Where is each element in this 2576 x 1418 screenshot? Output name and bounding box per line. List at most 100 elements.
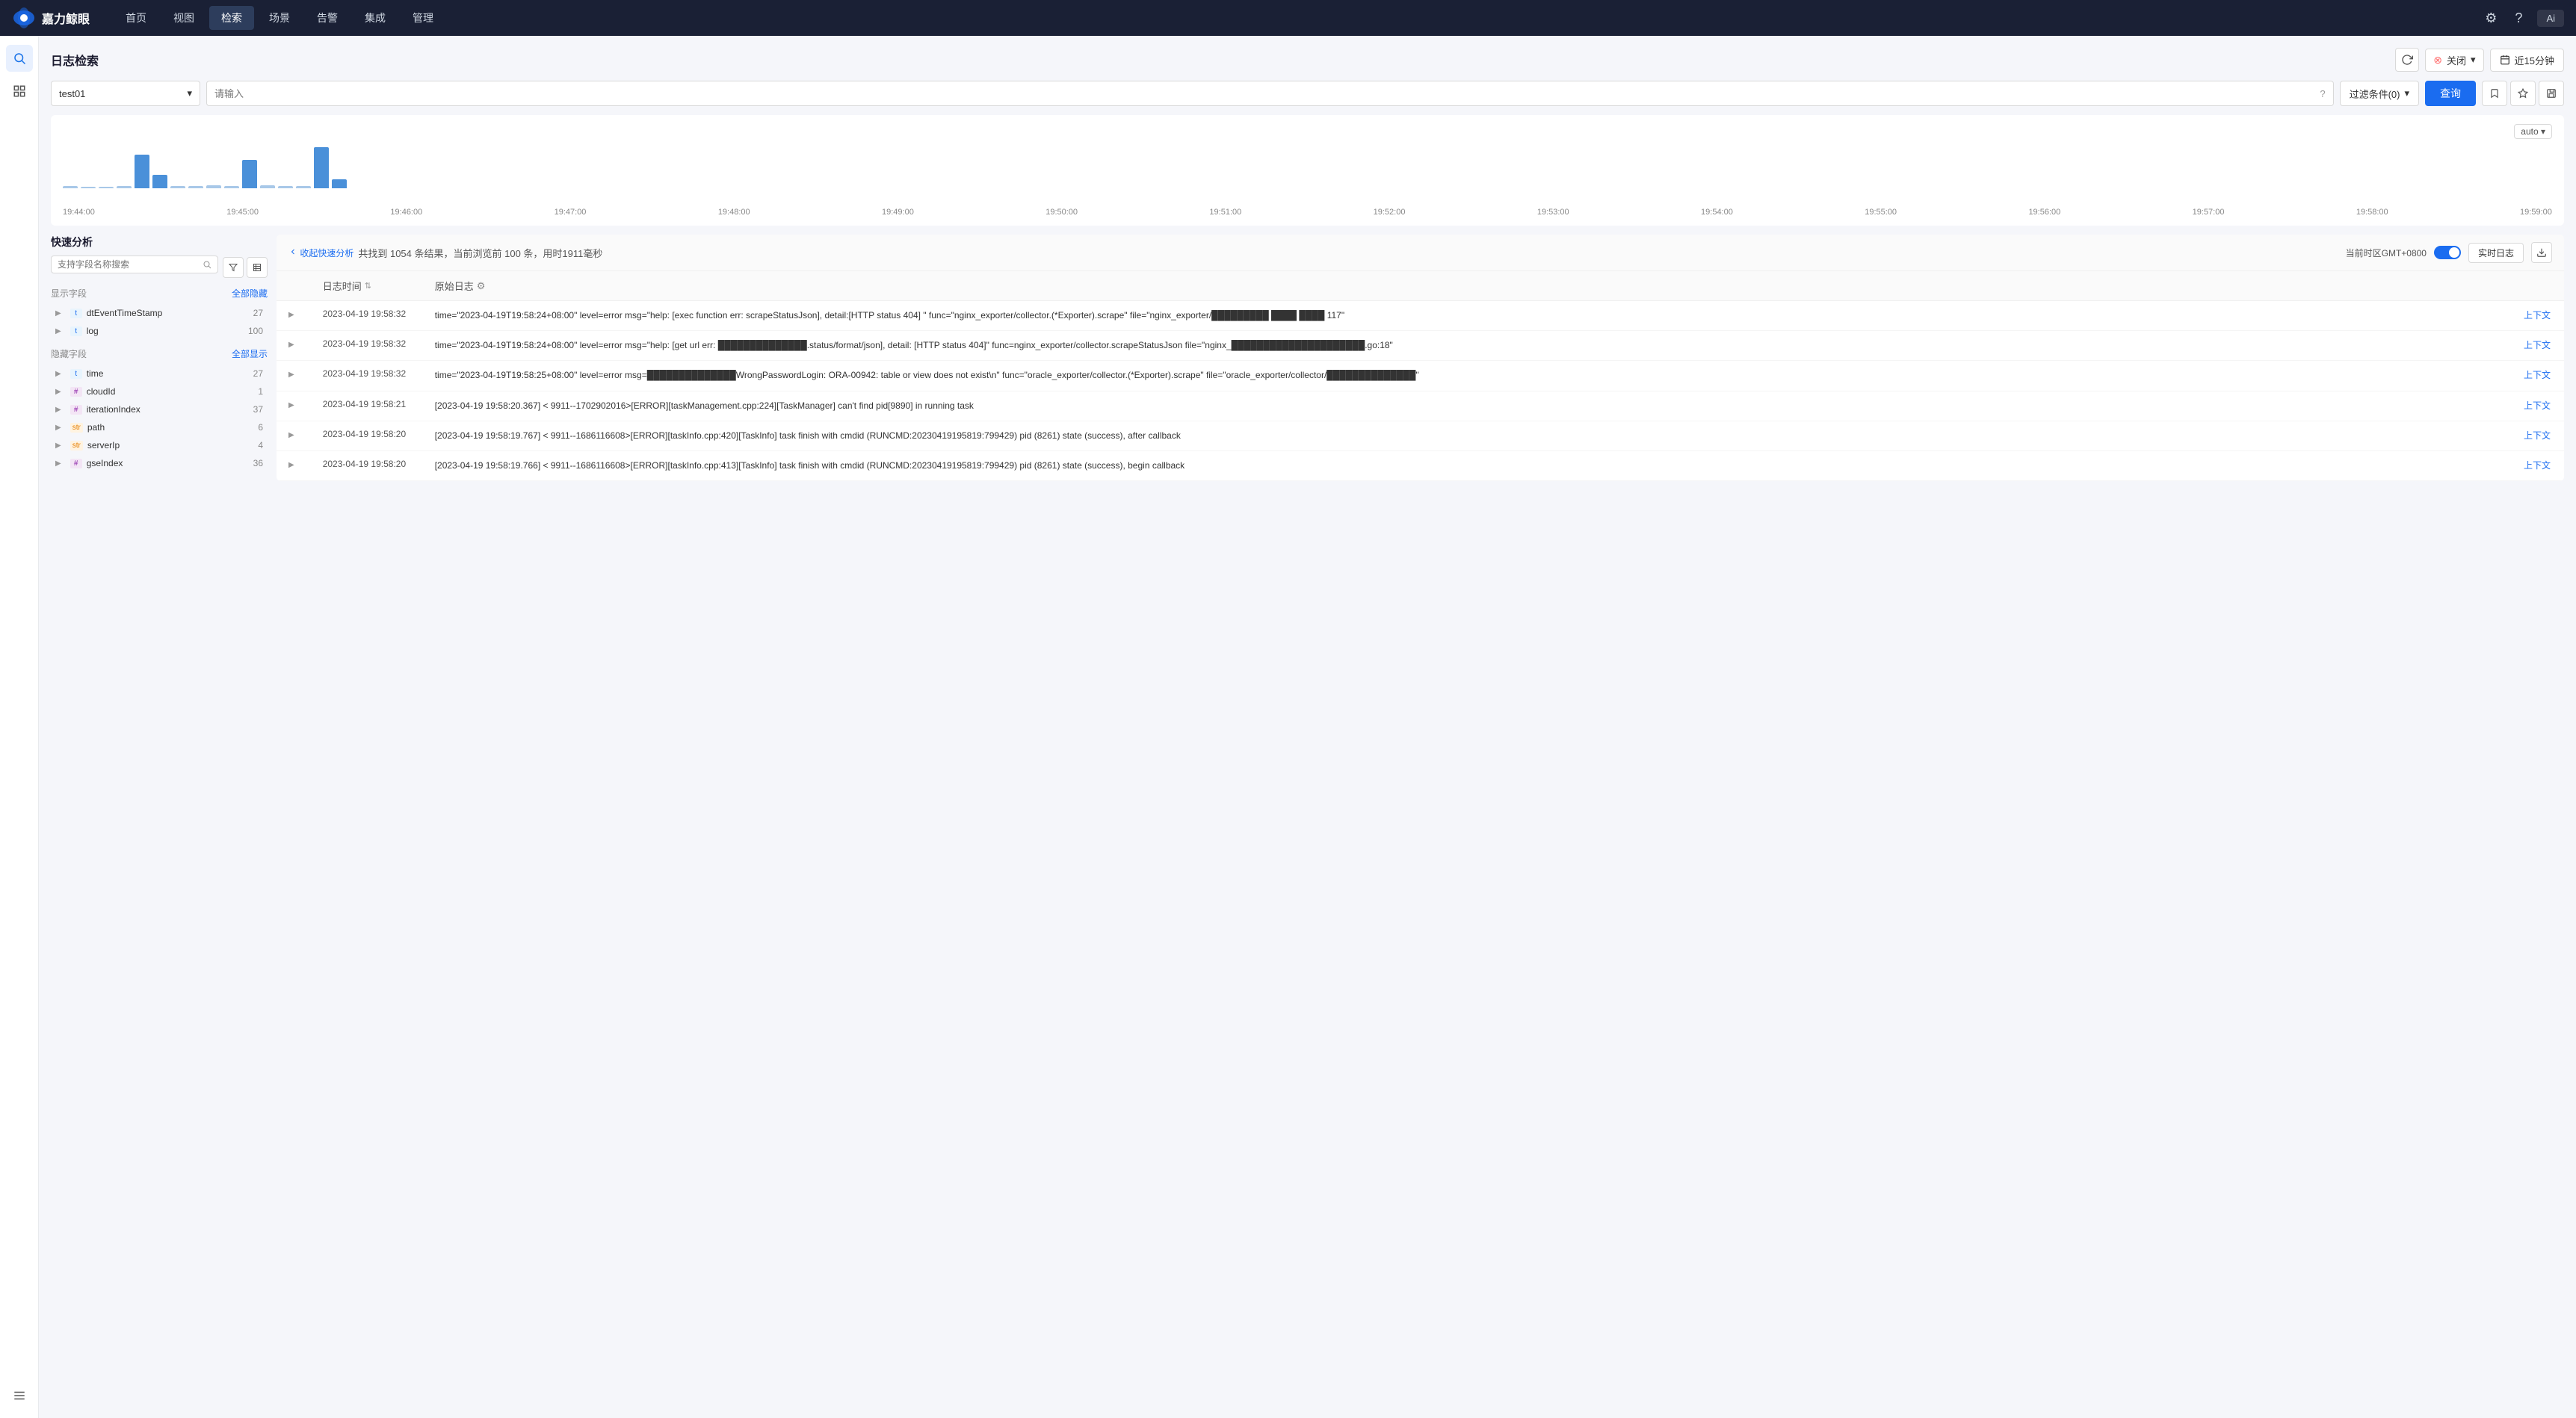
hidden-field-item[interactable]: ▶ # iterationIndex 37 (51, 400, 268, 418)
settings-nav-icon[interactable]: ⚙ (2482, 7, 2500, 29)
field-expand-icon: ▶ (55, 442, 61, 450)
chart-bar (117, 186, 132, 188)
user-menu[interactable]: Ai (2537, 10, 2564, 27)
index-value: test01 (59, 88, 85, 99)
row-expand-icon[interactable]: ▶ (288, 461, 294, 469)
qa-toolbar (223, 257, 268, 278)
nav-alert[interactable]: 告警 (305, 6, 350, 30)
search-bar: test01 ▾ ? 过滤条件(0) ▾ 查询 (51, 81, 2564, 106)
log-action-cell[interactable]: 上下文 (2512, 391, 2564, 421)
row-expand-icon[interactable]: ▶ (288, 431, 294, 439)
display-fields-list: ▶ t dtEventTimeStamp 27 ▶ t log 100 (51, 304, 268, 340)
display-field-item[interactable]: ▶ t log 100 (51, 322, 268, 340)
table-row: ▶ 2023-04-19 19:58:32 time="2023-04-19T1… (277, 361, 2564, 391)
row-expand-icon[interactable]: ▶ (288, 371, 294, 379)
nav-items: 首页 视图 检索 场景 告警 集成 管理 (114, 6, 2476, 30)
header-controls: ⊗ 关闭 ▾ 近15分钟 (2395, 48, 2564, 72)
row-expand-cell: ▶ (277, 421, 311, 451)
qa-filter-button[interactable] (223, 257, 244, 278)
hidden-field-item[interactable]: ▶ str path 6 (51, 418, 268, 436)
chart-bars (63, 145, 2552, 190)
toggle-thumb (2449, 247, 2459, 258)
query-button[interactable]: 查询 (2425, 81, 2476, 106)
log-action-cell[interactable]: 上下文 (2512, 421, 2564, 451)
row-expand-icon[interactable]: ▶ (288, 401, 294, 409)
timezone-toggle[interactable] (2434, 246, 2461, 259)
display-field-item[interactable]: ▶ t dtEventTimeStamp 27 (51, 304, 268, 322)
table-row: ▶ 2023-04-19 19:58:32 time="2023-04-19T1… (277, 331, 2564, 361)
log-time-cell: 2023-04-19 19:58:20 (311, 421, 423, 451)
top-navigation: 嘉力鲸眼 首页 视图 检索 场景 告警 集成 管理 ⚙ ? Ai (0, 0, 2576, 36)
chart-label: 19:57:00 (2193, 208, 2225, 217)
hide-all-link[interactable]: 全部隐藏 (232, 287, 268, 300)
nav-integration[interactable]: 集成 (353, 6, 398, 30)
log-action-cell[interactable]: 上下文 (2512, 331, 2564, 361)
hidden-fields-section-title: 隐藏字段 全部显示 (51, 347, 268, 360)
download-icon (2536, 247, 2547, 258)
log-time-cell: 2023-04-19 19:58:32 (311, 361, 423, 391)
logo-icon (12, 6, 36, 30)
auto-select[interactable]: auto ▾ (2514, 124, 2552, 139)
row-expand-icon[interactable]: ▶ (288, 341, 294, 349)
nav-view[interactable]: 视图 (161, 6, 206, 30)
log-action-cell[interactable]: 上下文 (2512, 361, 2564, 391)
search-help-icon[interactable]: ? (2320, 88, 2325, 99)
realtime-button[interactable]: 实时日志 (2468, 243, 2524, 263)
bookmark-button[interactable] (2482, 81, 2507, 106)
nav-scene[interactable]: 场景 (257, 6, 302, 30)
sidebar-search-icon[interactable] (6, 45, 33, 72)
hidden-field-item[interactable]: ▶ # cloudId 1 (51, 383, 268, 400)
nav-manage[interactable]: 管理 (401, 6, 445, 30)
log-content-cell: [2023-04-19 19:58:19.767] < 9911--168611… (423, 421, 2512, 451)
search-input[interactable] (214, 88, 2314, 99)
log-action-cell[interactable]: 上下文 (2512, 301, 2564, 331)
results-right: 当前时区GMT+0800 实时日志 (2346, 242, 2552, 263)
sidebar-grid-icon[interactable] (6, 78, 33, 105)
time-col-header: 日志时间 ⇅ (311, 271, 423, 301)
refresh-button[interactable] (2395, 48, 2419, 72)
hidden-field-item[interactable]: ▶ t time 27 (51, 365, 268, 383)
field-type-badge: str (70, 441, 83, 451)
chart-bar (81, 187, 96, 188)
field-expand-icon: ▶ (55, 459, 61, 468)
row-expand-cell: ▶ (277, 331, 311, 361)
qa-search-input[interactable] (58, 259, 198, 270)
field-type-badge: # (70, 387, 82, 397)
hidden-field-item[interactable]: ▶ str serverIp 4 (51, 436, 268, 454)
field-name-label: log (87, 326, 244, 336)
chart-bar (152, 175, 167, 188)
download-button[interactable] (2531, 242, 2552, 263)
chart-label: 19:59:00 (2520, 208, 2552, 217)
qa-table-button[interactable] (247, 257, 268, 278)
toggle-track[interactable] (2434, 246, 2461, 259)
chart-bar (99, 187, 114, 188)
sidebar-menu-icon[interactable] (6, 1382, 33, 1409)
filter-chevron-icon: ▾ (2404, 87, 2409, 99)
table-row: ▶ 2023-04-19 19:58:20 [2023-04-19 19:58:… (277, 451, 2564, 480)
time-selector[interactable]: 近15分钟 (2490, 49, 2564, 72)
main-content: 日志检索 ⊗ 关闭 ▾ 近15分钟 (39, 36, 2576, 1418)
log-action-cell[interactable]: 上下文 (2512, 451, 2564, 480)
action-buttons (2482, 81, 2564, 106)
filter-button[interactable]: 过滤条件(0) ▾ (2340, 81, 2419, 106)
status-chevron-icon: ▾ (2471, 54, 2476, 66)
chart-bar (332, 179, 347, 188)
help-nav-icon[interactable]: ? (2512, 7, 2525, 29)
body-section: 快速分析 (51, 235, 2564, 481)
field-count: 27 (253, 308, 263, 318)
collapse-link[interactable]: 收起快速分析 (288, 247, 353, 259)
nav-search[interactable]: 检索 (209, 6, 254, 30)
status-dropdown[interactable]: ⊗ 关闭 ▾ (2425, 49, 2483, 72)
index-selector[interactable]: test01 ▾ (51, 81, 200, 106)
star-button[interactable] (2510, 81, 2536, 106)
field-type-badge: t (70, 369, 82, 379)
save-button[interactable] (2539, 81, 2564, 106)
chart-label: 19:45:00 (226, 208, 259, 217)
row-expand-icon[interactable]: ▶ (288, 311, 294, 319)
page-header: 日志检索 ⊗ 关闭 ▾ 近15分钟 (51, 48, 2564, 72)
log-settings-icon[interactable]: ⚙ (477, 280, 486, 292)
time-sort-icon[interactable]: ⇅ (365, 281, 371, 291)
nav-home[interactable]: 首页 (114, 6, 158, 30)
hidden-field-item[interactable]: ▶ # gseIndex 36 (51, 454, 268, 472)
show-all-link[interactable]: 全部显示 (232, 347, 268, 360)
